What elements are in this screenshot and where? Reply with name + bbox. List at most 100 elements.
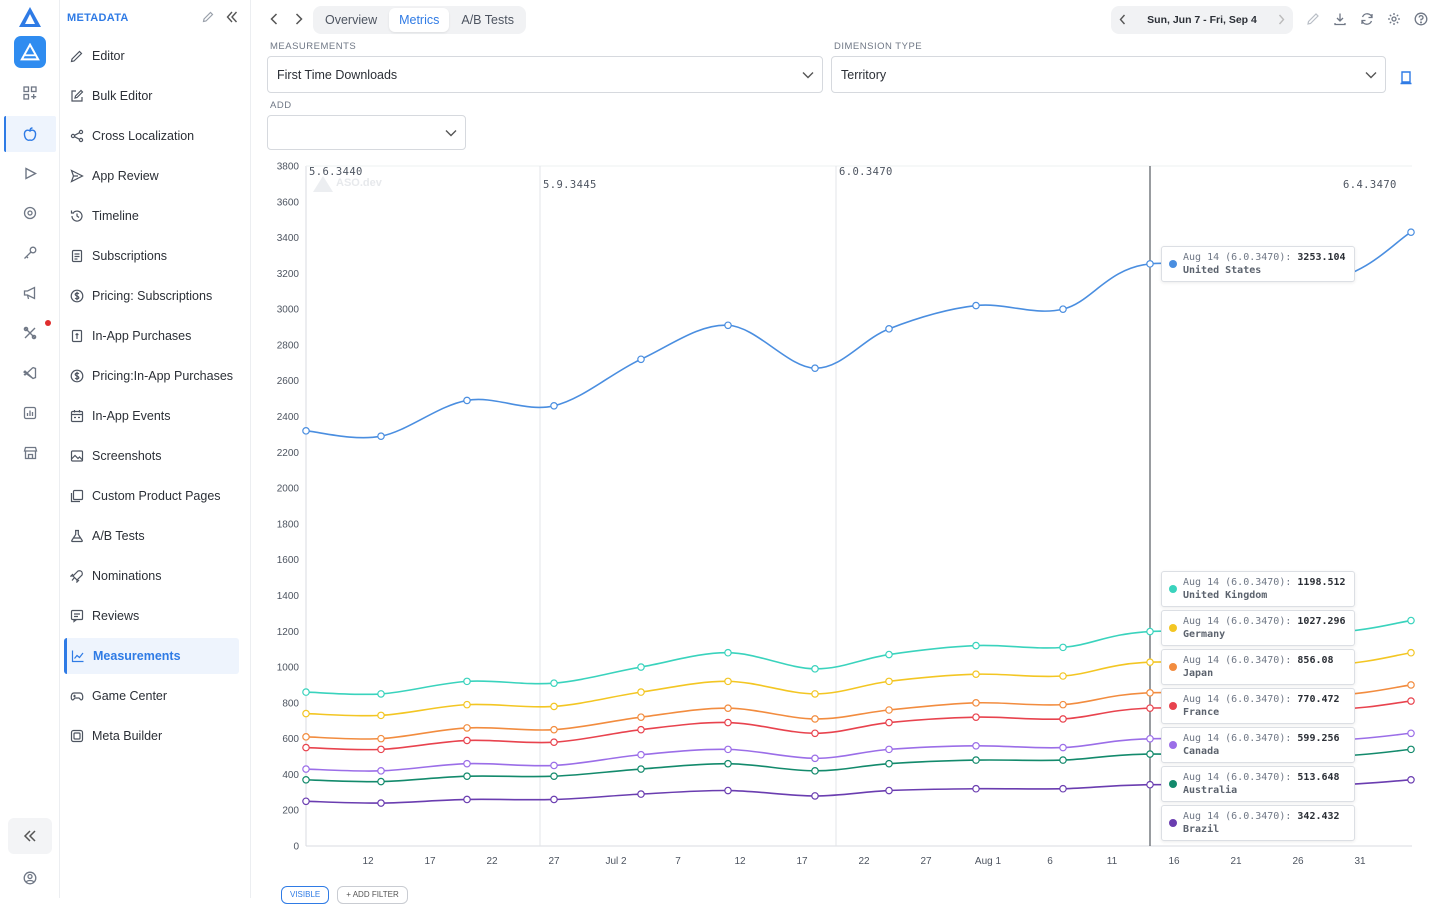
data-point[interactable] (550, 738, 558, 747)
data-point[interactable] (724, 704, 732, 713)
download-icon[interactable] (1332, 11, 1347, 26)
sidebar-item-screenshots[interactable]: Screenshots (64, 438, 239, 474)
sidebar-item-pricing-in-app-purchases[interactable]: Pricing:In-App Purchases (64, 358, 239, 394)
data-point[interactable] (885, 745, 893, 754)
data-point[interactable] (377, 799, 385, 807)
data-point[interactable] (1146, 627, 1154, 636)
user-account-icon[interactable] (20, 868, 40, 888)
bookmark-icon[interactable] (1399, 70, 1413, 91)
data-point[interactable] (463, 724, 471, 732)
data-point[interactable] (637, 688, 645, 696)
sidebar-item-game-center[interactable]: Game Center (64, 678, 239, 714)
data-point[interactable] (1059, 643, 1067, 652)
data-point[interactable] (885, 325, 893, 333)
data-point[interactable] (885, 706, 893, 714)
data-point[interactable] (637, 765, 645, 773)
data-point[interactable] (724, 677, 732, 686)
data-point[interactable] (302, 743, 310, 752)
data-point[interactable] (972, 741, 980, 750)
sidebar-item-app-review[interactable]: App Review (64, 158, 239, 194)
collapse-rail-icon[interactable] (8, 818, 52, 854)
data-point[interactable] (1059, 672, 1067, 680)
sidebar-item-pricing-subscriptions[interactable]: Pricing: Subscriptions (64, 278, 239, 314)
data-point[interactable] (724, 759, 732, 768)
data-point[interactable] (972, 713, 980, 721)
back-arrow-icon[interactable] (266, 11, 282, 27)
brand-logo-icon[interactable] (18, 6, 42, 28)
data-point[interactable] (724, 745, 732, 754)
sidebar-item-in-app-purchases[interactable]: In-App Purchases (64, 318, 239, 354)
data-point[interactable] (885, 759, 893, 768)
apps-grid-icon[interactable] (20, 83, 40, 103)
data-point[interactable] (463, 736, 471, 745)
tab-metrics[interactable]: Metrics (389, 8, 450, 32)
data-point[interactable] (463, 396, 471, 405)
data-point[interactable] (885, 650, 893, 659)
key-icon[interactable] (20, 243, 40, 263)
data-point[interactable] (724, 321, 732, 330)
data-point[interactable] (377, 711, 385, 720)
sidebar-item-in-app-events[interactable]: In-App Events (64, 398, 239, 434)
sidebar-item-meta-builder[interactable]: Meta Builder (64, 718, 239, 754)
data-point[interactable] (550, 401, 558, 410)
dimension-type-select[interactable]: Territory (831, 56, 1386, 93)
data-point[interactable] (724, 786, 732, 795)
data-point[interactable] (1059, 305, 1067, 313)
data-point[interactable] (1059, 715, 1067, 723)
data-point[interactable] (885, 718, 893, 727)
data-point[interactable] (302, 765, 310, 773)
sidebar-item-measurements[interactable]: Measurements (64, 638, 239, 674)
data-point[interactable] (463, 772, 471, 781)
data-point[interactable] (302, 688, 310, 696)
data-point[interactable] (302, 709, 310, 718)
edit-icon[interactable] (1305, 11, 1320, 26)
data-point[interactable] (1146, 260, 1154, 268)
app-tile-icon[interactable] (14, 36, 46, 68)
data-point[interactable] (377, 777, 385, 786)
data-point[interactable] (463, 759, 471, 768)
previous-period-icon[interactable] (1119, 13, 1126, 28)
data-point[interactable] (550, 679, 558, 687)
sidebar-item-cross-localization[interactable]: Cross Localization (64, 118, 239, 154)
data-point[interactable] (550, 725, 558, 734)
analytics-icon[interactable] (20, 403, 40, 423)
data-point[interactable] (377, 734, 385, 743)
pencil-icon[interactable] (202, 10, 214, 28)
data-point[interactable] (972, 301, 980, 310)
data-point[interactable] (972, 756, 980, 764)
sidebar-item-timeline[interactable]: Timeline (64, 198, 239, 234)
data-point[interactable] (1059, 743, 1067, 752)
data-point[interactable] (972, 670, 980, 679)
data-point[interactable] (637, 663, 645, 671)
collapse-sidebar-icon[interactable] (226, 10, 238, 28)
sidebar-item-bulk-editor[interactable]: Bulk Editor (64, 78, 239, 114)
vscode-icon[interactable] (20, 363, 40, 383)
data-point[interactable] (302, 733, 310, 741)
visible-toggle[interactable]: VISIBLE (281, 886, 330, 904)
data-point[interactable] (1407, 745, 1415, 754)
data-point[interactable] (972, 699, 980, 707)
data-point[interactable] (1146, 780, 1154, 789)
add-select[interactable] (267, 115, 466, 150)
data-point[interactable] (463, 700, 471, 709)
apple-icon[interactable] (20, 124, 40, 144)
add-filter-button[interactable]: + ADD FILTER (337, 886, 408, 904)
data-point[interactable] (302, 427, 310, 435)
data-point[interactable] (550, 702, 558, 711)
data-point[interactable] (724, 718, 732, 727)
data-point[interactable] (377, 767, 385, 775)
data-point[interactable] (1407, 681, 1415, 689)
data-point[interactable] (1146, 750, 1154, 758)
next-period-icon[interactable] (1278, 13, 1285, 28)
data-point[interactable] (1407, 697, 1415, 705)
data-point[interactable] (972, 641, 980, 650)
data-point[interactable] (550, 772, 558, 781)
data-point[interactable] (377, 745, 385, 754)
data-point[interactable] (637, 750, 645, 759)
play-icon[interactable] (20, 163, 40, 183)
data-point[interactable] (811, 364, 819, 373)
data-point[interactable] (1407, 648, 1415, 657)
help-icon[interactable] (1413, 11, 1428, 26)
sidebar-item-subscriptions[interactable]: Subscriptions (64, 238, 239, 274)
data-point[interactable] (637, 713, 645, 721)
